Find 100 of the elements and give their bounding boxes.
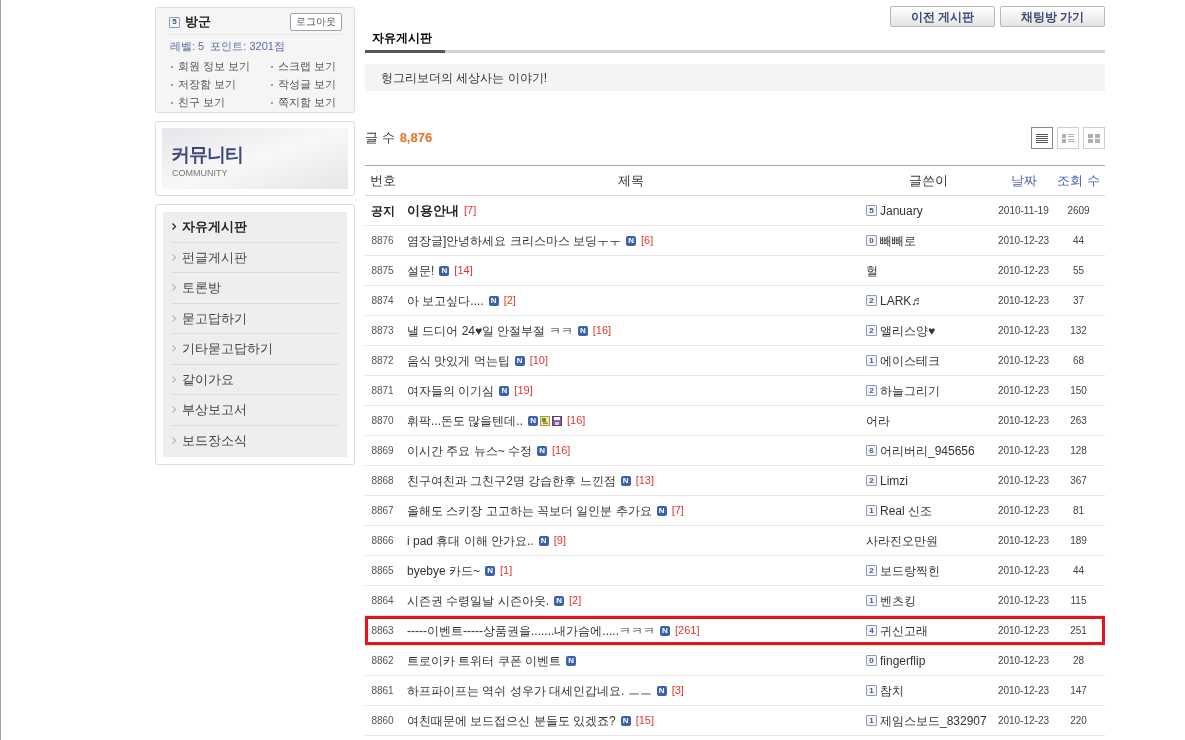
post-date: 2010-12-23 [997, 714, 1050, 728]
chevron-icon [172, 314, 176, 322]
comment-count[interactable]: [1] [500, 562, 513, 579]
comment-count[interactable]: [15] [635, 712, 655, 729]
post-date: 2010-12-23 [997, 504, 1050, 518]
view-count: 147 [1070, 684, 1087, 698]
author-name[interactable]: 벤츠킹 [880, 591, 916, 610]
post-date: 2010-12-23 [997, 684, 1050, 698]
comment-count[interactable]: [14] [454, 262, 473, 279]
author-name[interactable]: 하늘그리기 [880, 381, 940, 400]
author-name[interactable]: fingerflip [880, 651, 926, 670]
post-title[interactable]: 염장글]안녕하세요 크리스마스 보딩ㅜㅜ [407, 231, 621, 250]
author-name[interactable]: 사라진오만원 [866, 531, 938, 550]
view-count: 2609 [1067, 204, 1090, 218]
column-header[interactable]: 조회 수 [1052, 166, 1105, 195]
author-name[interactable]: 헐 [866, 261, 878, 280]
level-badge: 1 [866, 355, 877, 366]
user-menu-link[interactable]: 친구 보기 [171, 94, 225, 112]
sidebar-item[interactable]: 토론방 [171, 273, 339, 304]
author-name[interactable]: 보드랑찍힌 [880, 561, 940, 580]
author-name[interactable]: 앨리스양♥ [880, 321, 936, 340]
post-title[interactable]: 시즌권 수령일날 시즌아웃. [407, 591, 549, 610]
sidebar-item[interactable]: 보드장소식 [171, 425, 339, 456]
author-name[interactable]: 참치 [880, 681, 904, 700]
view-mode-button[interactable] [1031, 127, 1053, 149]
comment-count[interactable]: [2] [503, 292, 516, 309]
post-date: 2010-12-23 [997, 474, 1050, 488]
user-menu-link[interactable]: 쪽지함 보기 [271, 94, 336, 112]
post-title[interactable]: 낼 드디어 24♥일 안절부절 ㅋㅋ [407, 321, 573, 340]
author-name[interactable]: 제임스보드_832907 [880, 711, 987, 730]
post-date: 2010-12-23 [997, 234, 1050, 248]
comment-count[interactable]: [10] [529, 352, 549, 369]
author-name[interactable]: 에이스테크 [880, 351, 940, 370]
post-title[interactable]: 음식 맛있게 먹는팁 [407, 351, 510, 370]
comment-count[interactable]: [261] [674, 622, 700, 639]
author-name[interactable]: 어라 [866, 411, 890, 430]
comment-count[interactable]: [13] [635, 472, 655, 489]
post-title[interactable]: 아 보고싶다.... [407, 291, 484, 310]
author-name[interactable]: 빼빼로 [880, 231, 916, 250]
post-title[interactable]: byebye 카드~ [407, 561, 481, 580]
user-menu-link[interactable]: 스크랩 보기 [271, 58, 336, 76]
post-date: 2010-12-23 [997, 264, 1050, 278]
comment-count[interactable]: [16] [592, 322, 612, 339]
user-stats: 레벨: 5 포인트: 3201점 [169, 39, 285, 53]
author-name[interactable]: 귀신고래 [880, 621, 928, 640]
post-title[interactable]: 이용안내 [407, 200, 459, 221]
sidebar-item[interactable]: 같이가요 [171, 364, 339, 395]
post-date: 2010-12-23 [997, 594, 1050, 608]
post-number: 8861 [371, 684, 394, 698]
level-badge: 1 [866, 595, 877, 606]
sidebar-item[interactable]: 부상보고서 [171, 395, 339, 426]
comment-count[interactable]: [9] [553, 532, 566, 549]
post-title[interactable]: 트로이카 트위터 쿠폰 이벤트 [407, 651, 561, 670]
comment-count[interactable]: [2] [569, 592, 582, 609]
post-title[interactable]: 하프파이프는 역쉬 성우가 대세인갑네요. ㅡㅡ [407, 681, 652, 700]
tab[interactable]: 자유게시판 [365, 27, 445, 53]
new-badge: N [620, 475, 631, 486]
comment-count[interactable]: [7] [671, 502, 684, 519]
author-name[interactable]: 어리버리_945656 [880, 441, 975, 460]
sidebar-item[interactable]: 자유게시판 [171, 212, 339, 243]
author-name[interactable]: LARK♬ [880, 291, 924, 310]
level-badge: 1 [866, 715, 877, 726]
comment-count[interactable]: [16] [567, 412, 586, 429]
author-name[interactable]: Real 신조 [880, 501, 932, 520]
post-title[interactable]: 이시간 주요 뉴스~ 수정 [407, 441, 532, 460]
comment-count[interactable]: [19] [514, 382, 533, 399]
banner-title: 커뮤니티 [171, 144, 243, 166]
nav-button[interactable]: 이전 게시판 [890, 6, 995, 27]
author-name[interactable]: January [880, 201, 923, 220]
user-menu-link[interactable]: 작성글 보기 [271, 76, 336, 94]
user-name: 방군 [185, 14, 211, 30]
new-badge: N [499, 385, 510, 396]
user-menu-link[interactable]: 회원 정보 보기 [171, 58, 250, 76]
post-date: 2010-12-23 [997, 444, 1050, 458]
sidebar-item[interactable]: 묻고답하기 [171, 303, 339, 334]
new-badge: N [485, 565, 496, 576]
view-count: 115 [1070, 594, 1087, 608]
post-number: 8874 [371, 294, 394, 308]
comment-count[interactable]: [7] [464, 202, 477, 219]
column-header[interactable]: 날짜 [995, 166, 1052, 195]
sidebar-item[interactable]: 기타묻고답하기 [171, 334, 339, 365]
post-title[interactable]: i pad 휴대 이해 안가요.. [407, 531, 534, 550]
post-number: 8876 [371, 234, 394, 248]
post-title[interactable]: 여친때문에 보드접으신 분들도 있겠죠? [407, 711, 616, 730]
comment-count[interactable]: [6] [641, 232, 654, 249]
user-menu-link[interactable]: 저장함 보기 [171, 76, 236, 94]
post-title[interactable]: 설문! [407, 261, 435, 280]
logout-button[interactable]: 로그아웃 [290, 13, 342, 31]
post-number: 8865 [371, 564, 394, 578]
comment-count[interactable]: [3] [671, 682, 684, 699]
post-title[interactable]: 친구여친과 그친구2명 강습한후 느낀점 [407, 471, 616, 490]
sidebar-item[interactable]: 펀글게시판 [171, 242, 339, 273]
post-title[interactable]: 휘팍...돈도 많을텐데.. [407, 411, 523, 430]
post-number: 8869 [371, 444, 394, 458]
post-title[interactable]: 여자들의 이기심 [407, 381, 495, 400]
nav-button[interactable]: 채팅방 가기 [1000, 6, 1105, 27]
author-name[interactable]: Limzi [880, 471, 908, 490]
post-title[interactable]: 올해도 스키장 고고하는 꼭보더 일인분 추가요 [407, 501, 652, 520]
comment-count[interactable]: [16] [552, 442, 571, 459]
post-title[interactable]: -----이벤트-----상품권을.......내가슴에.....ㅋㅋㅋ [407, 621, 655, 640]
